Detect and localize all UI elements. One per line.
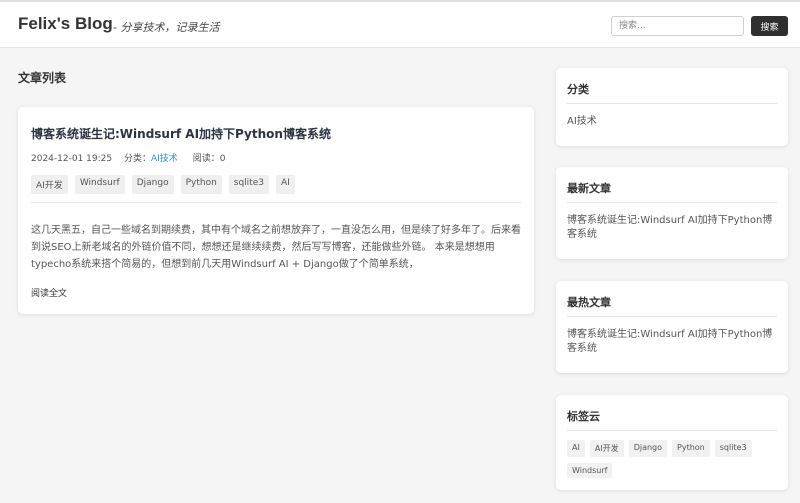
cloud-tag[interactable]: sqlite3 bbox=[714, 440, 752, 457]
post-tag[interactable]: AI bbox=[275, 175, 295, 194]
post-tags: AI开发 Windsurf Django Python sqlite3 AI bbox=[31, 175, 302, 194]
post-date: 2024-12-01 19:25 bbox=[31, 154, 113, 164]
tag-cloud-widget: 标签云 AI AI开发 Django Python sqlite3 Windsu… bbox=[556, 395, 788, 490]
search-button[interactable]: 搜索 bbox=[751, 16, 788, 36]
widget-title: 分类 bbox=[567, 83, 589, 96]
post-divider bbox=[31, 202, 521, 203]
cloud-tag[interactable]: Python bbox=[672, 440, 710, 457]
post-views-label: 阅读： bbox=[192, 154, 220, 164]
popular-posts-widget: 最热文章 博客系统诞生记:Windsurf AI加持下Python博客系统 bbox=[556, 281, 788, 373]
site-header: Felix's Blog - 分享技术，记录生活 搜索 bbox=[0, 0, 800, 48]
widget-divider bbox=[567, 202, 777, 203]
widget-title: 最热文章 bbox=[567, 296, 611, 309]
widget-divider bbox=[567, 430, 777, 431]
widget-divider bbox=[567, 103, 777, 104]
widget-title: 标签云 bbox=[567, 410, 600, 423]
post-card: 博客系统诞生记:Windsurf AI加持下Python博客系统 2024-12… bbox=[18, 107, 534, 314]
cloud-tag[interactable]: Windsurf bbox=[567, 463, 613, 478]
cloud-tag[interactable]: Django bbox=[628, 440, 668, 457]
post-list-heading: 文章列表 bbox=[18, 71, 67, 85]
post-tag[interactable]: sqlite3 bbox=[228, 175, 269, 194]
post-title[interactable]: 博客系统诞生记:Windsurf AI加持下Python博客系统 bbox=[31, 125, 331, 142]
post-tag[interactable]: Windsurf bbox=[74, 175, 125, 194]
popular-post-link[interactable]: 博客系统诞生记:Windsurf AI加持下Python博客系统 bbox=[567, 328, 779, 356]
category-item[interactable]: AI技术 bbox=[567, 115, 779, 129]
cloud-tag[interactable]: AI bbox=[567, 440, 585, 457]
latest-posts-widget: 最新文章 博客系统诞生记:Windsurf AI加持下Python博客系统 bbox=[556, 167, 788, 259]
tag-cloud: AI AI开发 Django Python sqlite3 Windsurf bbox=[567, 440, 782, 484]
post-views: 0 bbox=[219, 154, 226, 164]
site-slogan: - 分享技术，记录生活 bbox=[113, 21, 220, 34]
search-input[interactable] bbox=[611, 16, 744, 36]
site-title[interactable]: Felix's Blog bbox=[18, 14, 113, 34]
widget-title: 最新文章 bbox=[567, 182, 611, 195]
cloud-tag[interactable]: AI开发 bbox=[589, 440, 624, 457]
post-excerpt: 这几天黑五，自己一些域名到期续费，其中有个域名之前想放弃了，一直没怎么用，但是续… bbox=[31, 225, 521, 270]
post-meta: 2024-12-01 19:25 分类：AI技术 阅读：0 bbox=[31, 151, 234, 164]
post-category-link[interactable]: AI技术 bbox=[151, 154, 178, 164]
post-tag[interactable]: AI开发 bbox=[31, 175, 68, 194]
categories-widget: 分类 AI技术 bbox=[556, 68, 788, 146]
widget-divider bbox=[567, 316, 777, 317]
latest-post-link[interactable]: 博客系统诞生记:Windsurf AI加持下Python博客系统 bbox=[567, 214, 779, 242]
post-tag[interactable]: Django bbox=[131, 175, 174, 194]
post-category-label: 分类： bbox=[123, 154, 151, 164]
post-tag[interactable]: Python bbox=[180, 175, 222, 194]
read-more-link[interactable]: 阅读全文 bbox=[31, 286, 67, 299]
